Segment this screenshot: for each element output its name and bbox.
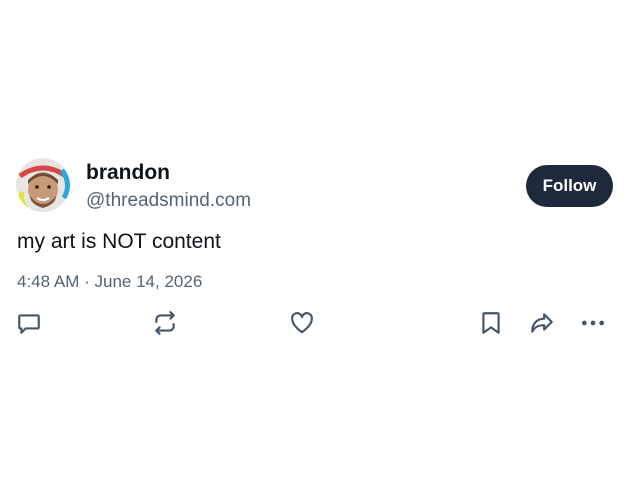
repost-icon: [155, 311, 175, 335]
reply-icon: [18, 314, 40, 334]
timestamp-separator: ·: [84, 272, 90, 291]
like-button[interactable]: [289, 310, 315, 336]
author-name[interactable]: brandon: [86, 161, 170, 185]
repost-button[interactable]: [152, 310, 178, 336]
post-date: June 14, 2026: [94, 272, 203, 291]
post-timestamp[interactable]: 4:48 AM · June 14, 2026: [17, 272, 202, 292]
post-text: my art is NOT content: [17, 230, 221, 253]
avatar[interactable]: [16, 158, 70, 212]
more-button[interactable]: [580, 310, 606, 336]
avatar-image: [16, 158, 70, 212]
bookmark-button[interactable]: [478, 310, 504, 336]
follow-button[interactable]: Follow: [526, 165, 613, 207]
post-card: brandon @threadsmind.com Follow my art i…: [0, 0, 630, 500]
reply-button[interactable]: [16, 310, 42, 336]
post-time: 4:48 AM: [17, 272, 80, 291]
share-icon: [531, 313, 553, 333]
author-handle[interactable]: @threadsmind.com: [86, 190, 251, 212]
bookmark-icon: [482, 312, 500, 334]
heart-icon: [291, 312, 313, 334]
share-button[interactable]: [529, 310, 555, 336]
more-icon: [581, 320, 605, 326]
